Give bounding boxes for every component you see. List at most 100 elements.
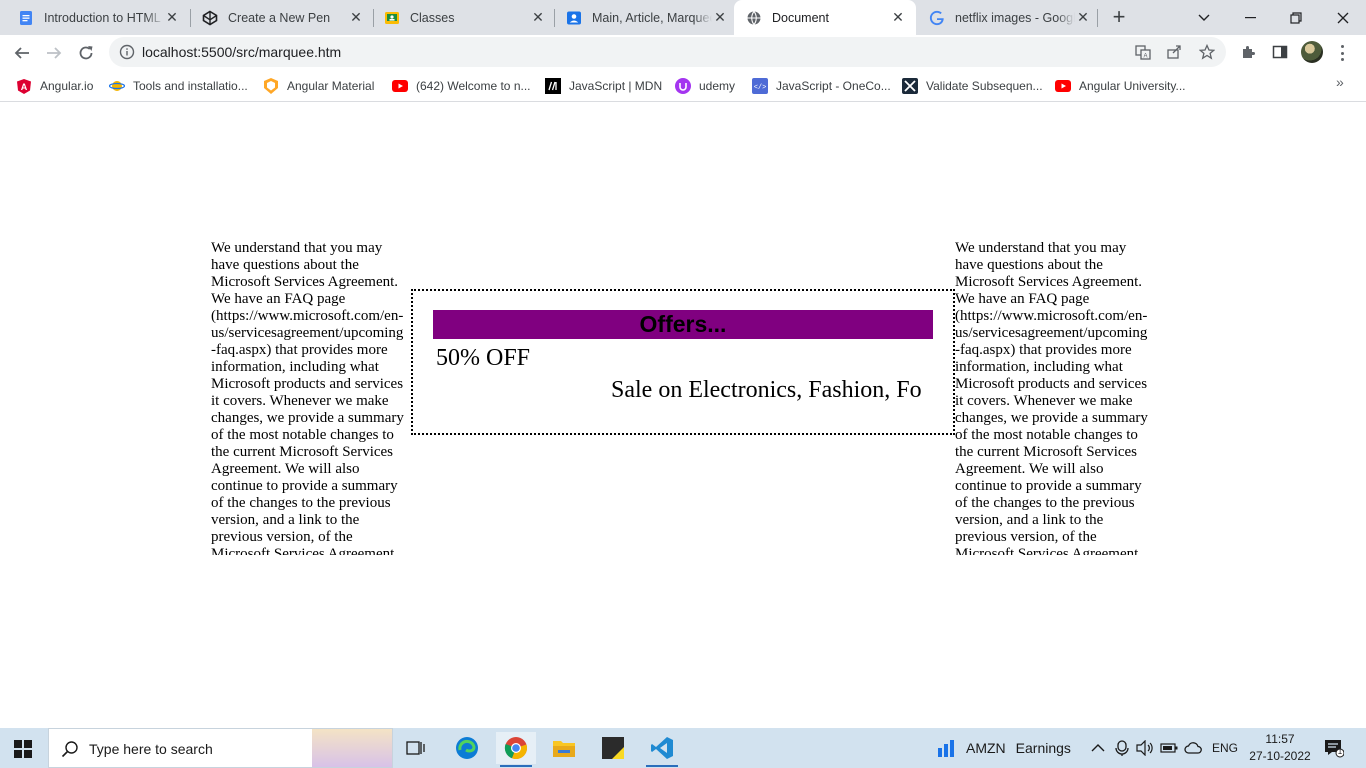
share-icon[interactable] [1165, 43, 1183, 61]
search-placeholder: Type here to search [89, 741, 213, 757]
forward-button[interactable] [40, 39, 68, 67]
new-tab-button[interactable]: + [1107, 4, 1131, 29]
tab-title: Document [772, 10, 829, 25]
tab-netflix-images-google[interactable]: netflix images - Google ✕ [911, 0, 1101, 35]
close-icon[interactable]: ✕ [1075, 9, 1091, 26]
info-icon[interactable] [119, 44, 135, 60]
tab-title: Main, Article, Marquee [592, 10, 712, 25]
chevron-up-icon[interactable] [1091, 743, 1105, 753]
menu-kebab-icon[interactable] [1335, 43, 1349, 63]
back-button[interactable] [8, 39, 36, 67]
clock-date: 27-10-2022 [1249, 749, 1311, 763]
page-content: We understand that you may have question… [0, 103, 1366, 728]
orbit-icon [109, 78, 125, 94]
close-icon[interactable]: ✕ [712, 9, 728, 26]
codepen-icon [202, 10, 218, 26]
offer-sale-text: Sale on Electronics, Fashion, Fo [611, 377, 922, 403]
reload-button[interactable] [72, 39, 100, 67]
bookmark-label: Angular.io [40, 79, 94, 93]
chevron-down-icon [1198, 14, 1210, 21]
close-icon [1337, 12, 1349, 23]
youtube-icon [1055, 78, 1071, 94]
tab-title: Create a New Pen [228, 10, 331, 25]
bookmark-validate-subsequence[interactable]: Validate Subsequen... [902, 76, 1043, 96]
tab-main-article-marquee[interactable]: Main, Article, Marquee ✕ [548, 0, 738, 35]
extensions-icon[interactable] [1238, 42, 1258, 62]
bookmark-label: JavaScript | MDN [569, 79, 663, 93]
sticky-notes-icon[interactable] [593, 732, 633, 764]
taskbar-search[interactable]: Type here to search [48, 728, 393, 768]
tab-classes[interactable]: Classes ✕ [366, 0, 556, 35]
bookmark-label: JavaScript - OneCo... [776, 79, 891, 93]
battery-icon[interactable] [1160, 742, 1178, 754]
cloud-icon[interactable] [1184, 741, 1202, 755]
bookmark-label: Angular University... [1079, 79, 1186, 93]
minimize-button[interactable] [1227, 0, 1273, 35]
bookmark-label: (642) Welcome to n... [416, 79, 531, 93]
edge-icon[interactable] [447, 732, 487, 764]
close-icon[interactable]: ✕ [348, 9, 364, 26]
close-icon[interactable]: ✕ [530, 9, 546, 26]
bookmark-angular-material[interactable]: Angular Material [263, 76, 374, 96]
classroom-icon [384, 10, 400, 26]
task-view-icon[interactable] [396, 732, 436, 764]
profile-avatar[interactable] [1301, 41, 1323, 63]
tab-create-a-new-pen[interactable]: Create a New Pen ✕ [184, 0, 374, 35]
stock-status: Earnings [1015, 740, 1071, 756]
meet-now-icon[interactable] [1115, 740, 1129, 756]
bookmark-angular-university[interactable]: Angular University... [1055, 76, 1185, 96]
arrow-left-icon [14, 47, 29, 59]
docs-icon [18, 10, 34, 26]
system-tray: ENG [1091, 728, 1238, 768]
offer-discount-text: 50% OFF [436, 345, 531, 371]
windows-start-icon[interactable] [14, 740, 32, 758]
search-icon [61, 741, 78, 758]
bookmark-label: Angular Material [287, 79, 375, 93]
bookmarks-bar: A Angular.io Tools and installatio... An… [0, 70, 1366, 102]
tab-search-button[interactable] [1181, 0, 1227, 35]
restore-button[interactable] [1273, 0, 1319, 35]
reload-icon [79, 46, 93, 60]
translate-icon[interactable]: A [1134, 43, 1152, 61]
offers-section: Offers... 50% OFF Sale on Electronics, F… [411, 289, 955, 435]
arrow-right-icon [47, 47, 62, 59]
notification-center-icon[interactable]: 1 [1324, 738, 1345, 758]
windows-taskbar: Type here to search AMZN Earnings ENG 11… [0, 728, 1366, 768]
left-article-text: We understand that you may have question… [211, 240, 404, 555]
bookmark-udemy[interactable]: udemy [675, 76, 735, 96]
udemy-icon [675, 78, 691, 94]
close-window-button[interactable] [1320, 0, 1366, 35]
bookmark-label: Validate Subsequen... [926, 79, 1043, 93]
browser-toolbar: localhost:5500/src/marquee.htm A [0, 35, 1366, 70]
tab-introduction-to-html[interactable]: Introduction to HTML ✕ [0, 0, 190, 35]
bookmark-label: Tools and installatio... [133, 79, 248, 93]
weather-widget[interactable]: AMZN Earnings [936, 728, 1071, 768]
bookmark-tools-and-installation[interactable]: Tools and installatio... [109, 76, 248, 96]
tab-strip: Introduction to HTML ✕ Create a New Pen … [0, 0, 1366, 35]
url-text[interactable]: localhost:5500/src/marquee.htm [142, 44, 341, 60]
more-bookmarks-button[interactable]: » [1336, 74, 1344, 90]
close-icon[interactable]: ✕ [890, 9, 906, 26]
notification-count: 1 [1337, 747, 1343, 756]
google-icon [929, 10, 945, 26]
side-panel-icon[interactable] [1270, 42, 1290, 62]
language-indicator[interactable]: ENG [1212, 741, 1238, 755]
tab-document[interactable]: Document ✕ [734, 0, 916, 35]
restore-icon [1290, 11, 1302, 24]
address-bar[interactable]: localhost:5500/src/marquee.htm A [109, 37, 1226, 67]
vscode-icon[interactable] [642, 732, 682, 767]
close-icon[interactable]: ✕ [164, 9, 180, 26]
svg-text:</>: </> [754, 84, 767, 92]
hackerrank-icon [902, 78, 918, 94]
bookmark-welcome[interactable]: (642) Welcome to n... [392, 76, 531, 96]
contacts-icon [566, 10, 582, 26]
file-explorer-icon[interactable] [544, 732, 584, 764]
volume-icon[interactable] [1136, 740, 1154, 756]
bookmark-javascript-mdn[interactable]: JavaScript | MDN [545, 76, 662, 96]
bookmark-javascript-onecompiler[interactable]: </> JavaScript - OneCo... [752, 76, 891, 96]
minimize-icon [1244, 16, 1256, 18]
chrome-icon[interactable] [496, 732, 536, 767]
system-clock[interactable]: 11:57 27-10-2022 [1245, 731, 1315, 765]
bookmark-star-icon[interactable] [1198, 43, 1216, 61]
bookmark-angular-io[interactable]: A Angular.io [16, 76, 93, 96]
